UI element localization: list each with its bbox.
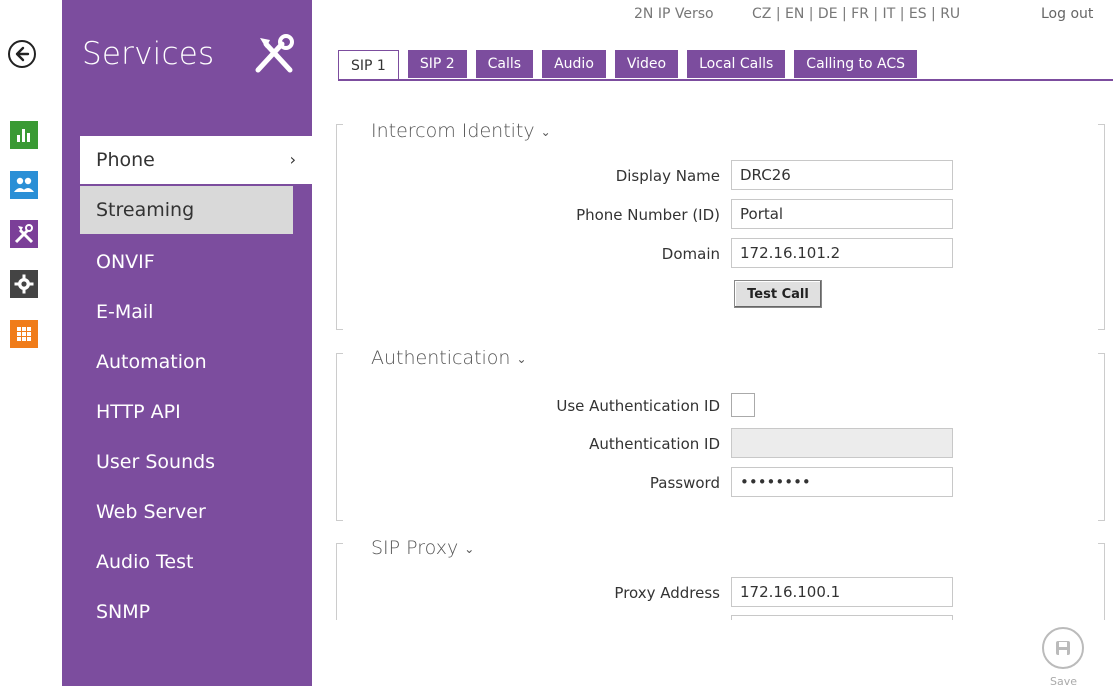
sidebar-item-label: Phone: [96, 149, 155, 171]
tab-sip1[interactable]: SIP 1: [338, 50, 399, 80]
sidebar-item-phone[interactable]: Phone ›: [80, 136, 312, 184]
sidebar-item-label: SNMP: [96, 601, 151, 623]
tab-local-calls[interactable]: Local Calls: [687, 50, 786, 78]
tab-underline: [338, 79, 1113, 81]
proxy-address-field[interactable]: [731, 577, 953, 607]
row-display-name: Display Name: [336, 160, 1105, 192]
password-label: Password: [649, 474, 720, 492]
use-auth-checkbox[interactable]: [731, 393, 755, 417]
proxy-address-label: Proxy Address: [614, 584, 720, 602]
sidebar-item-label: User Sounds: [96, 451, 216, 473]
section-title-sip-proxy[interactable]: SIP Proxy ⌄: [371, 537, 474, 559]
gear-icon[interactable]: [10, 270, 38, 298]
sidebar-item-onvif[interactable]: ONVIF: [62, 238, 312, 286]
test-call-button[interactable]: Test Call: [734, 280, 822, 308]
tools-icon: [252, 34, 296, 74]
sidebar-item-label: Streaming: [96, 199, 195, 221]
sidebar-item-label: E-Mail: [96, 301, 154, 323]
tab-bar: SIP 1 SIP 2 Calls Audio Video Local Call…: [338, 50, 926, 80]
tools-icon[interactable]: [10, 220, 38, 248]
sidebar-item-label: Web Server: [96, 501, 206, 523]
sidebar-item-http-api[interactable]: HTTP API: [62, 388, 312, 436]
tab-audio[interactable]: Audio: [542, 50, 606, 78]
password-field[interactable]: [731, 467, 953, 497]
section-title-identity[interactable]: Intercom Identity ⌄: [371, 120, 551, 142]
section-title-text: Authentication: [371, 347, 511, 369]
section-title-text: Intercom Identity: [371, 120, 535, 142]
chart-icon[interactable]: [10, 121, 38, 149]
display-name-label: Display Name: [615, 167, 720, 185]
sidebar-item-label: Audio Test: [96, 551, 194, 573]
sidebar-item-label: HTTP API: [96, 401, 181, 423]
chevron-down-icon: ⌄: [464, 541, 475, 556]
row-domain: Domain: [336, 238, 1105, 270]
row-auth-id: Authentication ID: [336, 428, 1105, 460]
chevron-down-icon: ⌄: [516, 351, 527, 366]
tab-sip2[interactable]: SIP 2: [407, 50, 467, 78]
sidebar-title: Services: [82, 36, 215, 72]
phone-number-field[interactable]: [731, 199, 953, 229]
domain-label: Domain: [661, 245, 720, 263]
domain-field[interactable]: [731, 238, 953, 268]
chevron-right-icon: ›: [289, 150, 296, 169]
tab-video[interactable]: Video: [614, 50, 679, 78]
services-sidebar: Services Phone › Streaming ONVIF E-Mail …: [62, 0, 312, 686]
save-button[interactable]: Save: [1040, 625, 1090, 688]
users-icon[interactable]: [10, 171, 38, 199]
top-bar: 2N IP Verso CZ | EN | DE | FR | IT | ES …: [312, 0, 1113, 30]
row-phone-number: Phone Number (ID): [336, 199, 1105, 231]
tab-calling-to-acs[interactable]: Calling to ACS: [794, 50, 918, 78]
row-use-auth: Use Authentication ID: [336, 390, 1105, 422]
content-fade: [312, 620, 1113, 686]
use-auth-label: Use Authentication ID: [556, 397, 720, 415]
section-intercom-identity: Intercom Identity ⌄ Display Name Phone Nu…: [336, 120, 1105, 330]
grid-icon[interactable]: [10, 320, 38, 348]
icon-rail: [0, 0, 62, 686]
device-name: 2N IP Verso: [634, 6, 714, 22]
sidebar-item-audio-test[interactable]: Audio Test: [62, 538, 312, 586]
sidebar-item-user-sounds[interactable]: User Sounds: [62, 438, 312, 486]
display-name-field[interactable]: [731, 160, 953, 190]
back-arrow-icon[interactable]: [8, 40, 36, 68]
row-test-call: Test Call: [336, 280, 1105, 312]
sidebar-item-automation[interactable]: Automation: [62, 338, 312, 386]
section-authentication: Authentication ⌄ Use Authentication ID Au…: [336, 347, 1105, 521]
language-selector[interactable]: CZ | EN | DE | FR | IT | ES | RU: [752, 6, 960, 22]
row-password: Password: [336, 467, 1105, 499]
sidebar-item-label: Automation: [96, 351, 207, 373]
save-icon: [1042, 627, 1084, 669]
sidebar-item-web-server[interactable]: Web Server: [62, 488, 312, 536]
tab-calls[interactable]: Calls: [475, 50, 534, 78]
chevron-down-icon: ⌄: [540, 124, 551, 139]
phone-number-label: Phone Number (ID): [576, 206, 720, 224]
sidebar-item-snmp[interactable]: SNMP: [62, 588, 312, 636]
auth-id-label: Authentication ID: [589, 435, 720, 453]
logout-link[interactable]: Log out: [1041, 6, 1093, 22]
sidebar-item-streaming[interactable]: Streaming: [80, 186, 293, 234]
sidebar-item-label: ONVIF: [96, 251, 155, 273]
section-title-authentication[interactable]: Authentication ⌄: [371, 347, 527, 369]
save-label: Save: [1050, 675, 1078, 688]
section-title-text: SIP Proxy: [371, 537, 459, 559]
sidebar-item-email[interactable]: E-Mail: [62, 288, 312, 336]
row-proxy-address: Proxy Address: [336, 577, 1105, 609]
auth-id-field[interactable]: [731, 428, 953, 458]
